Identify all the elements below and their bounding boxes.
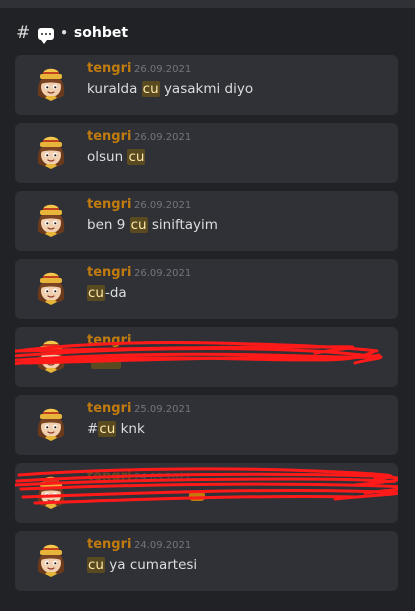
author-name[interactable]: tengri xyxy=(87,333,131,348)
avatar[interactable] xyxy=(31,63,71,103)
search-result[interactable]: tengri 26.09.2021 cu-da xyxy=(15,259,398,319)
search-result[interactable]: tengri 26.09.2021 kuralda cu yasakmi diy… xyxy=(15,55,398,115)
separator-dot: • xyxy=(60,26,68,40)
search-result-redacted[interactable]: tengri 24.09.2021 xyxy=(15,463,398,523)
author-name[interactable]: tengri xyxy=(87,197,131,212)
search-match: cu xyxy=(127,149,146,165)
message-text: cu-da xyxy=(87,285,127,301)
author-name[interactable]: tengri xyxy=(87,469,131,484)
avatar[interactable] xyxy=(31,131,71,171)
channel-name: sohbet xyxy=(73,25,129,41)
search-result-redacted[interactable]: tengri xyxy=(15,327,398,387)
timestamp: 25.09.2021 xyxy=(134,404,192,415)
author-name[interactable]: tengri xyxy=(87,61,131,76)
red-scribble-overlay xyxy=(15,467,398,505)
search-match: cu xyxy=(129,217,148,233)
message-text: cu ya cumartesi xyxy=(87,557,198,573)
timestamp: 26.09.2021 xyxy=(134,132,192,143)
message-text: #cu knk xyxy=(87,421,145,437)
emoji-fragment xyxy=(189,491,205,501)
hash-icon: # xyxy=(16,23,31,43)
search-result[interactable]: tengri 26.09.2021 ben 9 cu siniftayim xyxy=(15,191,398,251)
timestamp: 26.09.2021 xyxy=(134,200,192,211)
search-result[interactable]: tengri 26.09.2021 olsun cu xyxy=(15,123,398,183)
timestamp: 24.09.2021 xyxy=(134,540,192,551)
timestamp: 24.09.2021 xyxy=(134,472,192,483)
author-name[interactable]: tengri xyxy=(87,265,131,280)
author-name[interactable]: tengri xyxy=(87,537,131,552)
search-match: cu xyxy=(141,81,160,97)
red-scribble-overlay xyxy=(15,341,383,366)
author-name[interactable]: tengri xyxy=(87,401,131,416)
search-result[interactable]: tengri 24.09.2021 cu ya cumartesi xyxy=(15,531,398,591)
search-result[interactable]: tengri 25.09.2021 #cu knk xyxy=(15,395,398,455)
avatar[interactable] xyxy=(31,199,71,239)
search-match: cu xyxy=(87,557,105,573)
avatar[interactable] xyxy=(31,335,71,375)
author-name[interactable]: tengri xyxy=(87,129,131,144)
avatar[interactable] xyxy=(31,403,71,443)
text-channel-icon xyxy=(38,27,55,44)
timestamp: 26.09.2021 xyxy=(134,268,192,279)
top-bar xyxy=(0,0,415,8)
avatar[interactable] xyxy=(31,539,71,579)
timestamp: 26.09.2021 xyxy=(134,64,192,75)
search-match xyxy=(91,357,121,369)
message-text: olsun cu xyxy=(87,149,146,165)
channel-header: # • sohbet xyxy=(16,22,128,44)
message-text: kuralda cu yasakmi diyo xyxy=(87,81,254,97)
search-match: cu xyxy=(87,285,105,301)
avatar[interactable] xyxy=(31,267,71,307)
search-match: cu xyxy=(98,421,117,437)
avatar[interactable] xyxy=(31,471,71,511)
message-text: ben 9 cu siniftayim xyxy=(87,217,218,233)
